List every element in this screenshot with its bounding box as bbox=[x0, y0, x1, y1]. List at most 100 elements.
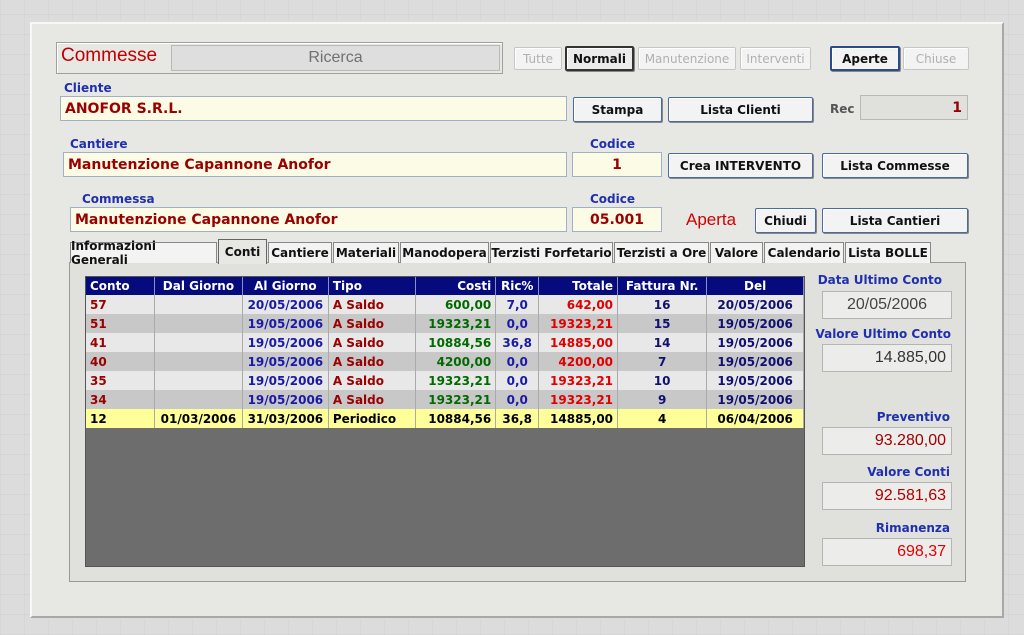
cell-costi: 19323,21 bbox=[415, 371, 497, 390]
cliente-field[interactable]: ANOFOR S.R.L. bbox=[60, 96, 567, 121]
cell-al: 31/03/2006 bbox=[242, 409, 329, 428]
cell-fattura: 7 bbox=[617, 352, 708, 371]
cell-tipo: A Saldo bbox=[328, 333, 417, 352]
filter-normali-button[interactable]: Normali bbox=[565, 46, 634, 71]
cell-dal bbox=[154, 333, 243, 352]
valore-conti-label: Valore Conti bbox=[867, 465, 950, 479]
cell-dal bbox=[154, 314, 243, 333]
conti-table: Conto Dal Giorno Al Giorno Tipo Costi Ri… bbox=[86, 277, 804, 428]
tab-valore[interactable]: Valore bbox=[710, 242, 763, 263]
lista-commesse-button[interactable]: Lista Commesse bbox=[822, 153, 968, 178]
cell-ric: 36,8 bbox=[495, 333, 540, 352]
cell-al: 19/05/2006 bbox=[242, 352, 329, 371]
cell-dal bbox=[154, 390, 243, 409]
cell-conto: 35 bbox=[86, 371, 155, 390]
cell-tipo: A Saldo bbox=[328, 295, 417, 314]
table-row[interactable]: 35 19/05/2006 A Saldo 19323,21 0,0 19323… bbox=[86, 371, 804, 390]
cell-dal bbox=[154, 295, 243, 314]
valore-conti-field: 92.581,63 bbox=[822, 482, 952, 510]
commessa-field[interactable]: Manutenzione Capannone Anofor bbox=[70, 207, 567, 232]
col-header-del[interactable]: Del bbox=[706, 277, 804, 295]
col-header-dal-giorno[interactable]: Dal Giorno bbox=[154, 277, 243, 295]
tab-materiali[interactable]: Materiali bbox=[333, 242, 399, 263]
cell-del: 19/05/2006 bbox=[706, 371, 804, 390]
preventivo-label: Preventivo bbox=[876, 410, 950, 424]
rimanenza-field: 698,37 bbox=[822, 538, 952, 566]
rec-label: Rec bbox=[830, 102, 855, 116]
search-button[interactable]: Ricerca bbox=[171, 45, 500, 71]
chiudi-button[interactable]: Chiudi bbox=[755, 208, 816, 233]
cell-ric: 36,8 bbox=[495, 409, 540, 428]
cell-dal bbox=[154, 352, 243, 371]
cell-tipo: Periodico bbox=[328, 409, 417, 428]
filter-chiuse-button[interactable]: Chiuse bbox=[903, 47, 969, 70]
table-row[interactable]: 40 19/05/2006 A Saldo 4200,00 0,0 4200,0… bbox=[86, 352, 804, 371]
cell-costi: 10884,56 bbox=[415, 409, 497, 428]
stampa-button[interactable]: Stampa bbox=[573, 97, 662, 122]
table-row[interactable]: 41 19/05/2006 A Saldo 10884,56 36,8 1488… bbox=[86, 333, 804, 352]
tab-conti[interactable]: Conti bbox=[218, 239, 267, 264]
cell-al: 20/05/2006 bbox=[242, 295, 329, 314]
cell-del: 20/05/2006 bbox=[706, 295, 804, 314]
cell-totale: 642,00 bbox=[538, 295, 619, 314]
cell-ric: 0,0 bbox=[495, 390, 540, 409]
filter-interventi-button[interactable]: Interventi bbox=[740, 47, 811, 70]
col-header-ric[interactable]: Ric% bbox=[495, 277, 540, 295]
table-row[interactable]: 34 19/05/2006 A Saldo 19323,21 0,0 19323… bbox=[86, 390, 804, 409]
cell-conto: 41 bbox=[86, 333, 155, 352]
cell-del: 19/05/2006 bbox=[706, 314, 804, 333]
cell-totale: 14885,00 bbox=[538, 409, 619, 428]
cell-conto: 12 bbox=[86, 409, 155, 428]
cell-del: 19/05/2006 bbox=[706, 352, 804, 371]
col-header-fattura[interactable]: Fattura Nr. bbox=[617, 277, 708, 295]
table-row-selected[interactable]: 12 01/03/2006 31/03/2006 Periodico 10884… bbox=[86, 409, 804, 428]
col-header-conto[interactable]: Conto bbox=[86, 277, 155, 295]
col-header-costi[interactable]: Costi bbox=[415, 277, 497, 295]
tab-terzisti-forfetario[interactable]: Terzisti Forfetario bbox=[490, 242, 613, 263]
commessa-codice-label: Codice bbox=[590, 192, 636, 206]
tab-informazioni-generali[interactable]: Informazioni Generali bbox=[70, 239, 217, 267]
cantiere-codice-field[interactable]: 1 bbox=[572, 152, 662, 177]
tab-calendario[interactable]: Calendario bbox=[764, 242, 844, 263]
cell-fattura: 14 bbox=[617, 333, 708, 352]
cell-ric: 7,0 bbox=[495, 295, 540, 314]
table-row[interactable]: 57 20/05/2006 A Saldo 600,00 7,0 642,00 … bbox=[86, 295, 804, 314]
table-row[interactable]: 51 19/05/2006 A Saldo 19323,21 0,0 19323… bbox=[86, 314, 804, 333]
page-title: Commesse bbox=[61, 45, 158, 66]
filter-tutte-button[interactable]: Tutte bbox=[514, 47, 562, 70]
conti-grid[interactable]: Conto Dal Giorno Al Giorno Tipo Costi Ri… bbox=[85, 276, 805, 567]
cell-fattura: 16 bbox=[617, 295, 708, 314]
cell-del: 19/05/2006 bbox=[706, 390, 804, 409]
cliente-label: Cliente bbox=[64, 81, 112, 95]
commessa-label: Commessa bbox=[82, 192, 155, 206]
cell-totale: 14885,00 bbox=[538, 333, 619, 352]
col-header-al-giorno[interactable]: Al Giorno bbox=[242, 277, 329, 295]
lista-cantieri-button[interactable]: Lista Cantieri bbox=[822, 208, 968, 233]
cell-dal: 01/03/2006 bbox=[154, 409, 243, 428]
cell-tipo: A Saldo bbox=[328, 314, 417, 333]
tab-terzisti-a-ore[interactable]: Terzisti a Ore bbox=[614, 242, 709, 263]
commessa-codice-field[interactable]: 05.001 bbox=[572, 207, 662, 232]
filter-aperte-button[interactable]: Aperte bbox=[830, 46, 900, 71]
cell-del: 19/05/2006 bbox=[706, 333, 804, 352]
cell-totale: 19323,21 bbox=[538, 371, 619, 390]
tab-cantiere[interactable]: Cantiere bbox=[268, 242, 332, 263]
preventivo-field: 93.280,00 bbox=[822, 427, 952, 455]
col-header-tipo[interactable]: Tipo bbox=[328, 277, 417, 295]
cell-totale: 19323,21 bbox=[538, 390, 619, 409]
cell-conto: 34 bbox=[86, 390, 155, 409]
col-header-totale[interactable]: Totale bbox=[538, 277, 619, 295]
rec-field: 1 bbox=[860, 95, 968, 120]
crea-intervento-button[interactable]: Crea INTERVENTO bbox=[668, 153, 813, 178]
lista-clienti-button[interactable]: Lista Clienti bbox=[668, 97, 813, 122]
valore-ultimo-conto-field: 14.885,00 bbox=[822, 344, 952, 372]
tab-lista-bolle[interactable]: Lista BOLLE bbox=[845, 242, 931, 263]
filter-manutenzione-button[interactable]: Manutenzione bbox=[638, 47, 736, 70]
status-aperta: Aperta bbox=[686, 210, 737, 229]
cell-al: 19/05/2006 bbox=[242, 371, 329, 390]
cell-totale: 19323,21 bbox=[538, 314, 619, 333]
cantiere-field[interactable]: Manutenzione Capannone Anofor bbox=[63, 152, 567, 177]
tab-manodopera[interactable]: Manodopera bbox=[400, 242, 489, 263]
cell-conto: 40 bbox=[86, 352, 155, 371]
cell-totale: 4200,00 bbox=[538, 352, 619, 371]
